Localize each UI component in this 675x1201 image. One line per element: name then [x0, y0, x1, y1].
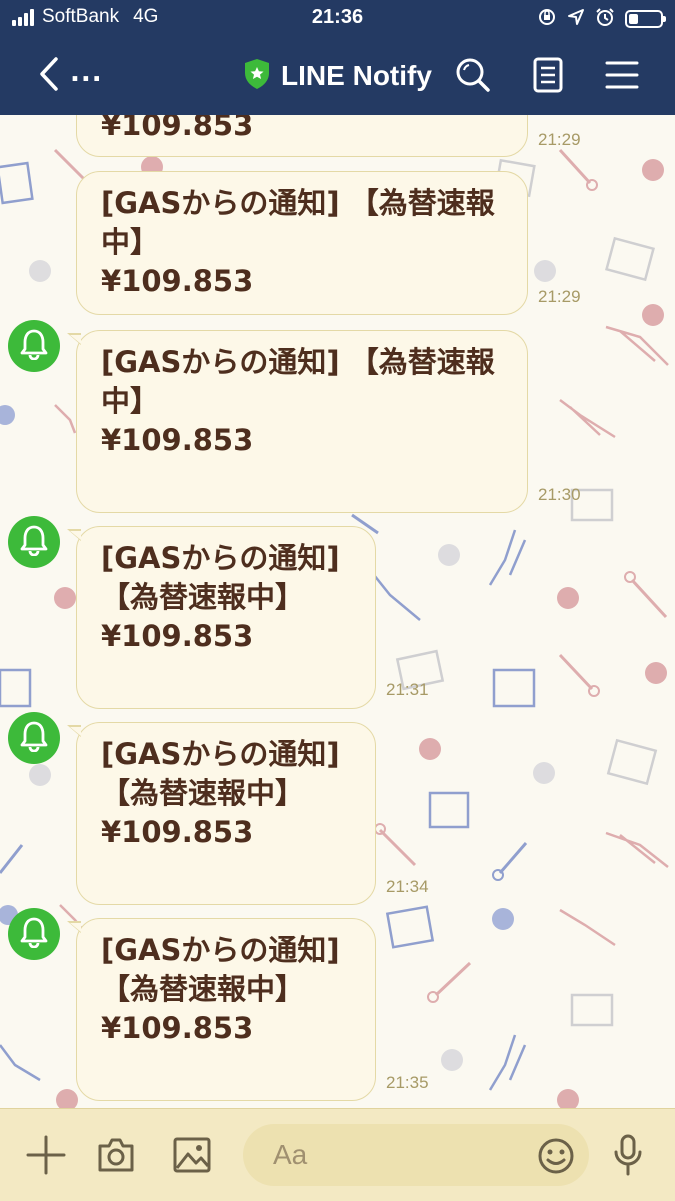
message-time: 21:29	[538, 287, 581, 306]
bubble-tail-fill	[70, 530, 81, 540]
shield-star-icon	[243, 58, 271, 94]
message-bubble[interactable]: [GASからの通知] 【為替速報中】 ¥109.853	[67, 526, 376, 709]
status-bar: SoftBank 4G 21:36	[0, 0, 675, 38]
chat-area[interactable]: ¥109.853 21:29 [GASからの通知] 【為替速報 中】 ¥109.85…	[0, 115, 675, 1108]
bell-icon	[19, 524, 49, 560]
microphone-icon[interactable]	[612, 1134, 644, 1180]
bot-avatar[interactable]	[8, 908, 60, 960]
message-time: 21:35	[386, 1073, 429, 1092]
message-bubble[interactable]: [GASからの通知] 【為替速報中】 ¥109.853	[67, 722, 376, 905]
battery-fill	[629, 14, 638, 24]
message-text: [GASからの通知] 【為替速報中】 ¥109.853	[101, 737, 340, 849]
bot-avatar[interactable]	[8, 712, 60, 764]
bell-icon	[19, 720, 49, 756]
bubble-tail-fill	[70, 726, 81, 736]
image-icon[interactable]	[172, 1136, 212, 1178]
notes-icon[interactable]	[533, 57, 563, 97]
location-icon	[567, 8, 585, 30]
message-time: 21:30	[538, 485, 581, 504]
plus-icon[interactable]	[26, 1135, 66, 1179]
camera-icon[interactable]	[96, 1136, 136, 1178]
message-text: ¥109.853	[101, 115, 254, 142]
bubble-tail-fill	[70, 334, 81, 344]
emoji-icon[interactable]	[537, 1137, 575, 1179]
message-bubble[interactable]: [GASからの通知] 【為替速報 中】 ¥109.853	[67, 330, 528, 513]
bell-icon	[19, 916, 49, 952]
chat-header: ... LINE Notify	[0, 38, 675, 115]
search-icon[interactable]	[455, 57, 491, 97]
alarm-icon	[595, 7, 615, 31]
message-text: [GASからの通知] 【為替速報中】 ¥109.853	[101, 933, 340, 1045]
input-bar	[0, 1108, 675, 1201]
message-time: 21:29	[538, 130, 581, 149]
message-bubble[interactable]: ¥109.853	[76, 115, 528, 157]
bot-avatar[interactable]	[8, 320, 60, 372]
chat-title-text: LINE Notify	[281, 60, 432, 91]
rotation-lock-icon	[537, 7, 557, 31]
message-text: [GASからの通知] 【為替速報中】 ¥109.853	[101, 541, 340, 653]
bubble-tail-fill	[70, 922, 81, 932]
message-text: [GASからの通知] 【為替速報 中】 ¥109.853	[101, 186, 495, 298]
message-input[interactable]	[271, 1124, 515, 1186]
message-time: 21:31	[386, 680, 429, 699]
message-time: 21:34	[386, 877, 429, 896]
message-bubble[interactable]: [GASからの通知] 【為替速報 中】 ¥109.853	[76, 171, 528, 315]
message-bubble[interactable]: [GASからの通知] 【為替速報中】 ¥109.853	[67, 918, 376, 1101]
menu-icon[interactable]	[605, 60, 639, 94]
bell-icon	[19, 328, 49, 364]
battery-icon	[625, 10, 666, 28]
bot-avatar[interactable]	[8, 516, 60, 568]
message-text: [GASからの通知] 【為替速報 中】 ¥109.853	[101, 345, 495, 457]
